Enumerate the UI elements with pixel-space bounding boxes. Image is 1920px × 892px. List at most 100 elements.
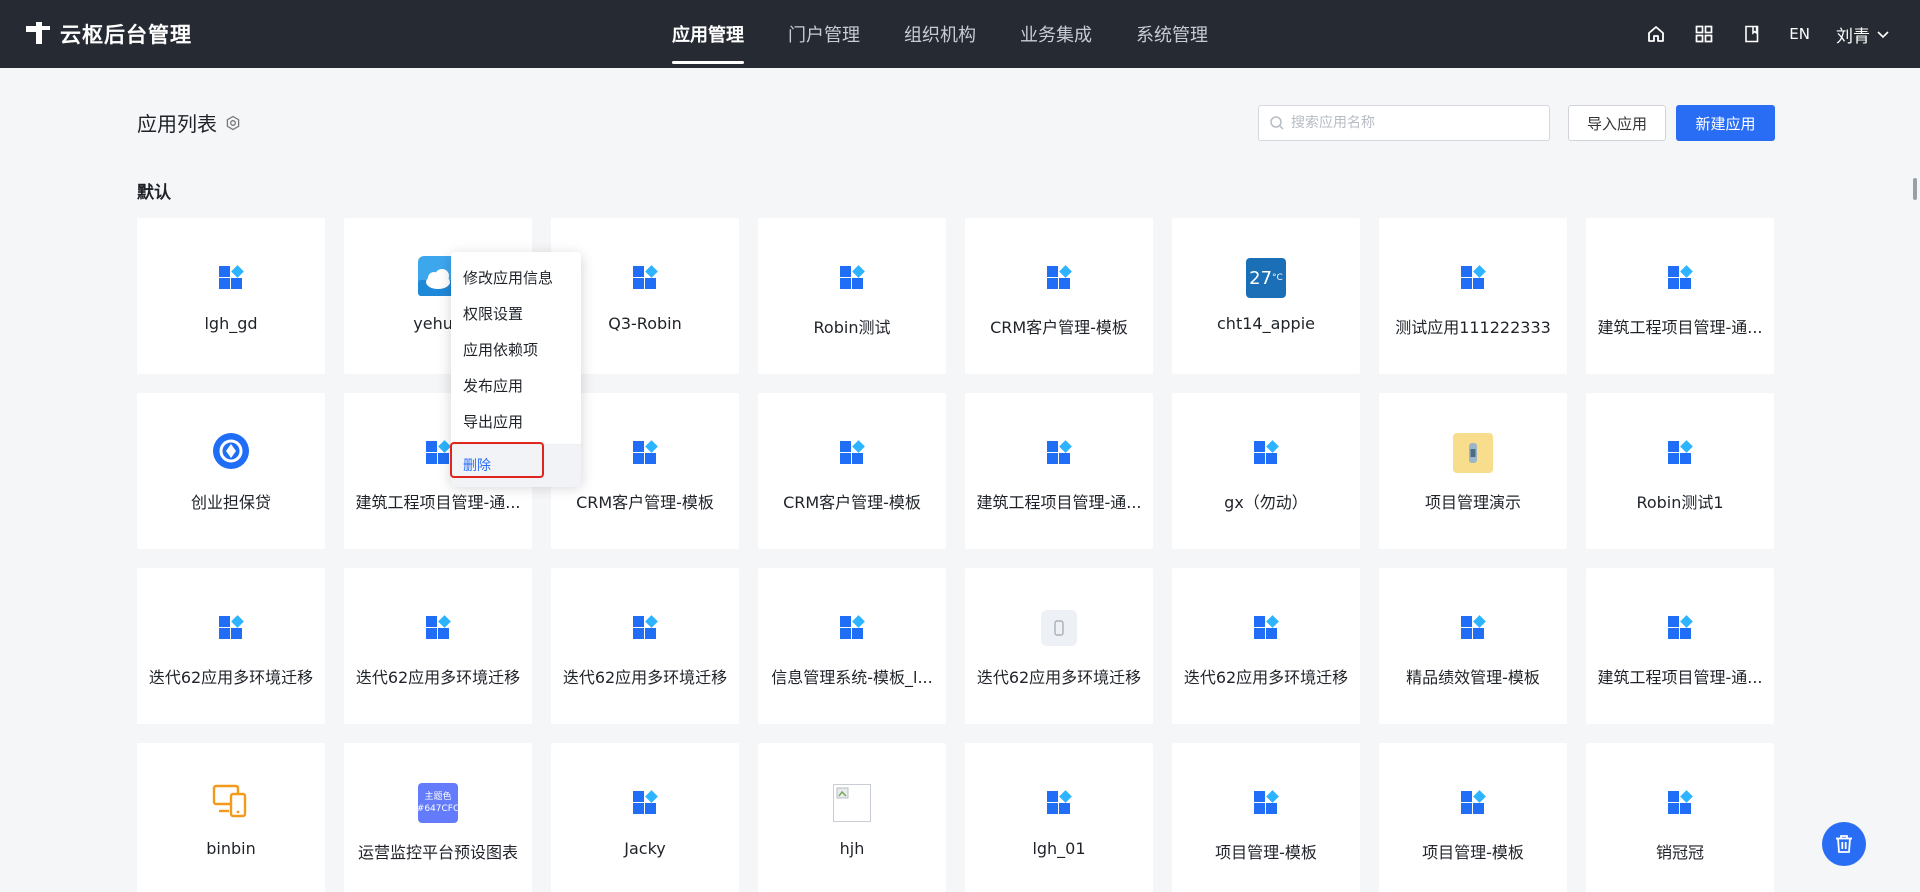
app-grid-icon (1667, 790, 1693, 816)
app-name: binbin (206, 839, 256, 858)
menu-publish-app[interactable]: 发布应用 (451, 368, 581, 404)
app-name: 建筑工程项目管理-通... (976, 493, 1142, 512)
app-grid-icon (425, 440, 451, 466)
app-icon-wrap (211, 608, 251, 648)
app-card[interactable]: 迭代62应用多环境迁移 (1172, 568, 1360, 724)
app-card[interactable]: binbin (137, 743, 325, 892)
app-search[interactable] (1258, 105, 1550, 141)
app-icon-wrap (1246, 433, 1286, 473)
home-icon[interactable] (1645, 23, 1667, 45)
app-name: 迭代62应用多环境迁移 (976, 668, 1142, 687)
app-icon-wrap (211, 258, 251, 298)
app-card[interactable]: Robin测试 (758, 218, 946, 374)
menu-app-dependencies[interactable]: 应用依赖项 (451, 332, 581, 368)
nav-portal-management[interactable]: 门户管理 (788, 0, 860, 68)
app-card[interactable]: 主题色 #647CFC 运营监控平台预设图表 (344, 743, 532, 892)
app-grid-icon (1667, 615, 1693, 641)
app-name: Jacky (624, 839, 666, 858)
app-icon-wrap (832, 258, 872, 298)
header-tools: EN 刘青 (1645, 0, 1890, 68)
nav-integration[interactable]: 业务集成 (1020, 0, 1092, 68)
app-card[interactable]: 迭代62应用多环境迁移 (137, 568, 325, 724)
nav-system-management[interactable]: 系统管理 (1136, 0, 1208, 68)
app-card[interactable]: Robin测试1 (1586, 393, 1774, 549)
menu-delete-app[interactable]: 删除 (451, 445, 581, 487)
menu-export-app[interactable]: 导出应用 (451, 404, 581, 440)
app-card[interactable]: 27 °C cht14_appie (1172, 218, 1360, 374)
app-icon-wrap (1453, 433, 1493, 473)
app-name: gx（勿动） (1224, 493, 1308, 512)
app-icon-wrap: 主题色 #647CFC (417, 783, 459, 823)
app-card[interactable]: CRM客户管理-模板 (758, 393, 946, 549)
recycle-bin-button[interactable] (1822, 822, 1866, 866)
app-name: lgh_gd (204, 314, 258, 333)
nav-organization[interactable]: 组织机构 (904, 0, 976, 68)
app-grid-icon (425, 615, 451, 641)
app-card[interactable]: 建筑工程项目管理-通... (965, 393, 1153, 549)
app-icon-wrap (211, 783, 251, 823)
app-grid-icon (632, 440, 658, 466)
app-name: Robin测试1 (1636, 493, 1724, 512)
app-icon-wrap (1039, 783, 1079, 823)
menu-permission-settings[interactable]: 权限设置 (451, 296, 581, 332)
search-input[interactable] (1291, 115, 1531, 131)
language-switch[interactable]: EN (1789, 25, 1810, 43)
phone-icon (1041, 610, 1077, 646)
app-icon-wrap (418, 608, 458, 648)
app-card[interactable]: Jacky (551, 743, 739, 892)
app-card[interactable]: 项目管理-模板 (1172, 743, 1360, 892)
app-card[interactable]: lgh_gd (137, 218, 325, 374)
app-card[interactable]: 迭代62应用多环境迁移 (344, 568, 532, 724)
user-menu[interactable]: 刘青 (1836, 22, 1890, 47)
app-card[interactable]: 创业担保贷 (137, 393, 325, 549)
app-card[interactable]: 项目管理-模板 (1379, 743, 1567, 892)
app-card[interactable]: 迭代62应用多环境迁移 (965, 568, 1153, 724)
app-icon-wrap (625, 433, 665, 473)
app-name: 运营监控平台预设图表 (357, 843, 518, 862)
app-card[interactable]: 测试应用111222333 (1379, 218, 1567, 374)
app-card[interactable]: lgh_01 (965, 743, 1153, 892)
app-card[interactable]: 项目管理演示 (1379, 393, 1567, 549)
app-icon-wrap (1039, 433, 1079, 473)
app-icon-wrap (1660, 433, 1700, 473)
app-icon-wrap (1453, 608, 1493, 648)
brand[interactable]: 云枢后台管理 (26, 0, 192, 68)
app-icon-wrap (211, 433, 251, 473)
app-icon-wrap: 27 °C (1246, 258, 1286, 298)
nav-app-management[interactable]: 应用管理 (672, 0, 744, 68)
app-card[interactable]: gx（勿动） (1172, 393, 1360, 549)
apps-grid-icon[interactable] (1693, 23, 1715, 45)
devices-icon (211, 781, 251, 825)
app-name: 建筑工程项目管理-通... (1597, 668, 1763, 687)
app-grid-icon (1046, 265, 1072, 291)
app-icon-wrap (832, 783, 872, 823)
app-name: 创业担保贷 (190, 493, 271, 512)
user-name: 刘青 (1836, 26, 1870, 47)
menu-edit-app-info[interactable]: 修改应用信息 (451, 260, 581, 296)
app-grid-icon (839, 265, 865, 291)
import-app-button[interactable]: 导入应用 (1568, 105, 1666, 141)
app-icon-wrap (625, 783, 665, 823)
app-card[interactable]: 精品绩效管理-模板 (1379, 568, 1567, 724)
settings-icon[interactable] (225, 115, 241, 131)
app-card[interactable]: 迭代62应用多环境迁移 (551, 568, 739, 724)
app-title: 云枢后台管理 (60, 23, 192, 47)
new-app-button[interactable]: 新建应用 (1676, 105, 1775, 141)
app-card[interactable]: 建筑工程项目管理-通... (1586, 218, 1774, 374)
app-grid-icon (632, 790, 658, 816)
app-card[interactable]: 信息管理系统-模板_l... (758, 568, 946, 724)
app-card[interactable]: hjh (758, 743, 946, 892)
scrollbar[interactable] (1908, 68, 1920, 892)
app-card[interactable]: 建筑工程项目管理-通... (1586, 568, 1774, 724)
scroll-thumb[interactable] (1913, 178, 1917, 200)
book-icon[interactable] (1741, 23, 1763, 45)
guarantee-loan-icon (211, 431, 251, 475)
app-card[interactable]: 销冠冠 (1586, 743, 1774, 892)
app-icon-wrap (1039, 258, 1079, 298)
app-name: 建筑工程项目管理-通... (355, 493, 521, 512)
app-icon-wrap (832, 608, 872, 648)
app-card[interactable]: CRM客户管理-模板 (965, 218, 1153, 374)
app-icon-wrap (1453, 258, 1493, 298)
main-nav: 应用管理 门户管理 组织机构 业务集成 系统管理 (672, 0, 1208, 68)
app-grid-icon (1460, 615, 1486, 641)
